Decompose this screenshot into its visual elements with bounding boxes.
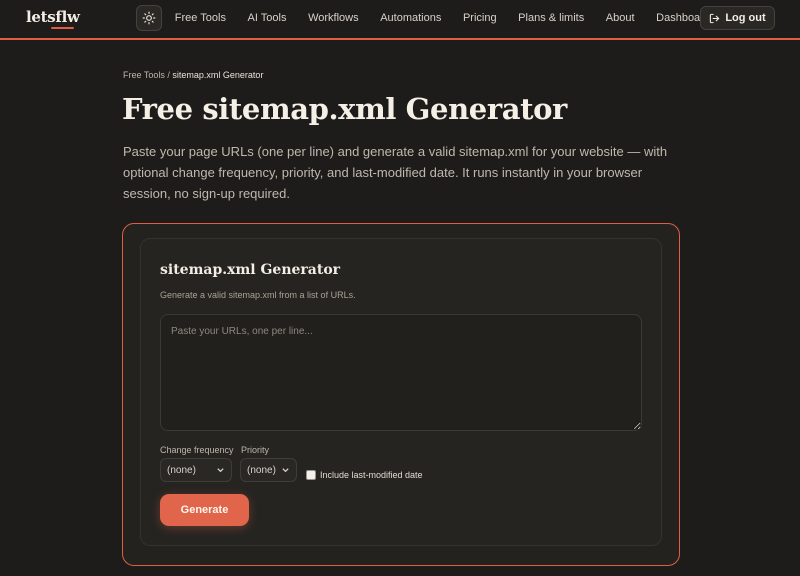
main-nav: Free Tools AI Tools Workflows Automation… — [164, 0, 721, 36]
logo-text-lets: lets — [26, 8, 56, 26]
tool-subtitle: Generate a valid sitemap.xml from a list… — [160, 290, 356, 300]
page-title: Free sitemap.xml Generator — [122, 92, 567, 126]
breadcrumb-current: sitemap.xml Generator — [172, 70, 264, 80]
nav-free-tools[interactable]: Free Tools — [164, 12, 237, 24]
priority-value: (none) — [247, 464, 276, 476]
change-frequency-select[interactable]: (none) — [160, 458, 232, 482]
logout-label: Log out — [725, 12, 766, 24]
change-frequency-label: Change frequency — [160, 445, 234, 455]
lastmod-label: Include last-modified date — [320, 470, 423, 480]
theme-toggle-button[interactable] — [136, 5, 162, 31]
nav-pricing[interactable]: Pricing — [452, 12, 507, 24]
change-frequency-value: (none) — [167, 464, 196, 476]
logo-underline — [51, 27, 74, 29]
nav-ai-tools[interactable]: AI Tools — [237, 12, 298, 24]
nav-workflows[interactable]: Workflows — [297, 12, 369, 24]
logo[interactable]: letsflw — [26, 8, 80, 26]
top-navigation-bar: letsflw Free Tools AI Tools Workflows Au… — [0, 0, 800, 40]
generate-button[interactable]: Generate — [160, 494, 249, 526]
lastmod-option[interactable]: Include last-modified date — [306, 470, 423, 480]
sun-icon — [142, 11, 156, 25]
tool-title: sitemap.xml Generator — [160, 262, 341, 278]
nav-about[interactable]: About — [595, 12, 645, 24]
chevron-down-icon — [282, 468, 289, 473]
nav-automations[interactable]: Automations — [369, 12, 452, 24]
lastmod-checkbox[interactable] — [306, 470, 316, 480]
urls-textarea[interactable] — [160, 314, 642, 431]
nav-plans-limits[interactable]: Plans & limits — [507, 12, 595, 24]
breadcrumb-free-tools[interactable]: Free Tools — [123, 70, 165, 80]
chevron-down-icon — [217, 468, 224, 473]
priority-label: Priority — [241, 445, 270, 455]
priority-select[interactable]: (none) — [240, 458, 297, 482]
breadcrumb: Free Tools / sitemap.xml Generator — [123, 70, 263, 80]
logout-button[interactable]: Log out — [700, 6, 775, 30]
breadcrumb-separator: / — [167, 70, 170, 80]
logout-icon — [710, 13, 720, 23]
logo-text-flw: flw — [55, 8, 80, 26]
page-intro: Paste your page URLs (one per line) and … — [123, 144, 668, 201]
